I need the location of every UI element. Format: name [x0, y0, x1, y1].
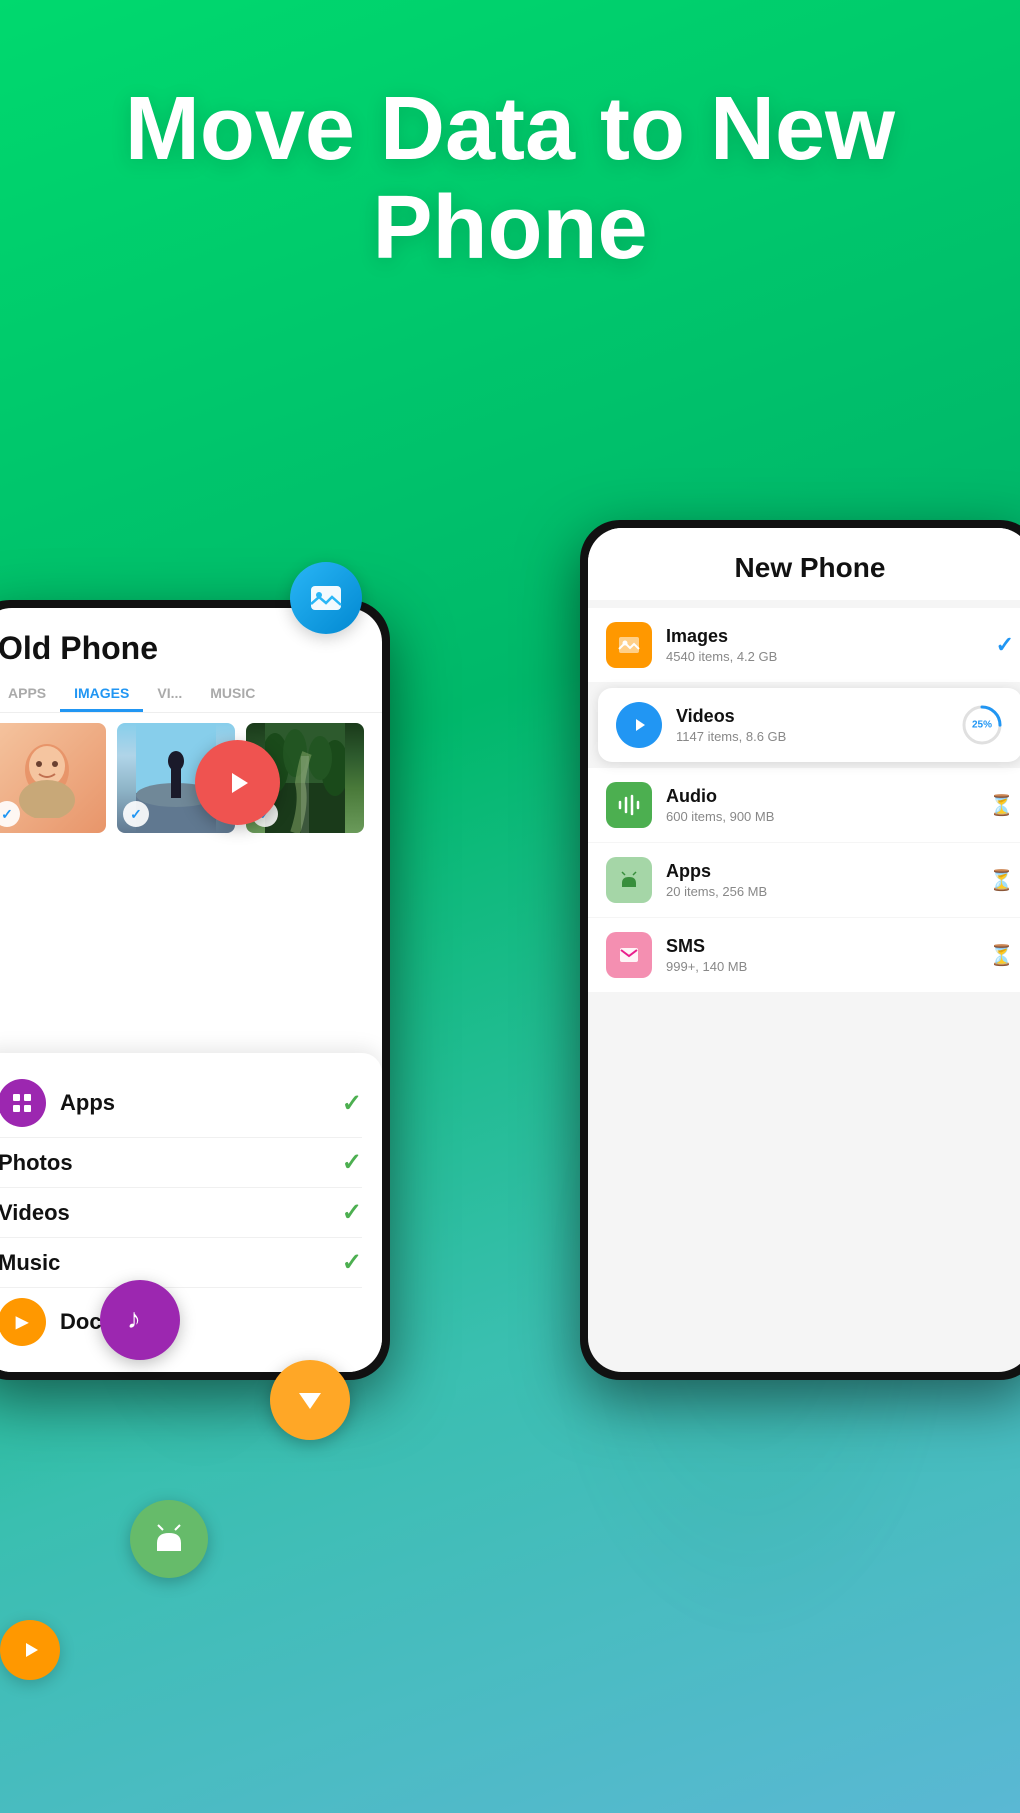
sms-icon	[606, 932, 652, 978]
music-check: ✓	[342, 1248, 362, 1277]
videos-icon	[616, 702, 662, 748]
videos-sub: 1147 items, 8.6 GB	[676, 729, 960, 744]
sms-info: SMS 999+, 140 MB	[666, 936, 989, 974]
images-sub: 4540 items, 4.2 GB	[666, 649, 996, 664]
phones-area: Old Phone APPS IMAGES VI... MUSIC	[0, 520, 1020, 1813]
image-cell-face	[0, 723, 106, 833]
list-photos-label: Photos	[0, 1150, 73, 1176]
new-list-item-sms: SMS 999+, 140 MB ⏳	[588, 918, 1020, 992]
list-item-photos: Photos ✓	[0, 1138, 362, 1188]
apps-new-name: Apps	[666, 861, 989, 882]
old-images-grid	[0, 713, 382, 833]
check-silhouette	[123, 801, 149, 827]
new-phone-screen: New Phone Images 4540 items, 4	[588, 528, 1020, 1372]
list-item-music: Music ✓	[0, 1238, 362, 1288]
list-item-videos: Videos ✓	[0, 1188, 362, 1238]
sms-sub: 999+, 140 MB	[666, 959, 989, 974]
apps-new-sub: 20 items, 256 MB	[666, 884, 989, 899]
svg-text:♪: ♪	[127, 1303, 141, 1334]
docs-icon: ▶	[0, 1298, 46, 1346]
images-info: Images 4540 items, 4.2 GB	[666, 626, 996, 664]
tab-apps[interactable]: APPS	[0, 677, 60, 712]
apps-new-info: Apps 20 items, 256 MB	[666, 861, 989, 899]
float-image-icon	[290, 562, 362, 634]
new-list-item-apps: Apps 20 items, 256 MB ⏳	[588, 843, 1020, 917]
apps-hourglass: ⏳	[989, 868, 1014, 893]
list-videos-label: Videos	[0, 1200, 70, 1226]
sms-name: SMS	[666, 936, 989, 957]
float-down-icon	[270, 1360, 350, 1440]
videos-check: ✓	[342, 1198, 362, 1227]
images-status: ✓	[996, 632, 1014, 658]
old-phone-tabs: APPS IMAGES VI... MUSIC	[0, 677, 382, 713]
new-phone-frame: New Phone Images 4540 items, 4	[580, 520, 1020, 1380]
audio-info: Audio 600 items, 900 MB	[666, 786, 989, 824]
apps-check: ✓	[342, 1089, 362, 1118]
audio-hourglass: ⏳	[989, 793, 1014, 818]
old-phone-screen: Old Phone APPS IMAGES VI... MUSIC	[0, 608, 382, 1372]
list-item-apps: Apps ✓	[0, 1069, 362, 1138]
videos-progress-label: 25%	[972, 720, 992, 731]
videos-progress: 25%	[960, 703, 1004, 747]
videos-info: Videos 1147 items, 8.6 GB	[676, 706, 960, 744]
apps-icon	[0, 1079, 46, 1127]
tab-videos[interactable]: VI...	[143, 677, 196, 712]
float-android-icon	[130, 1500, 208, 1578]
audio-name: Audio	[666, 786, 989, 807]
images-icon	[606, 622, 652, 668]
hero-title: Move Data to New Phone	[60, 80, 960, 278]
list-item-documents: ▶ Documents	[0, 1288, 362, 1356]
tab-images[interactable]: IMAGES	[60, 677, 143, 712]
audio-icon	[606, 782, 652, 828]
list-apps-label: Apps	[60, 1090, 115, 1116]
new-phone-list: Images 4540 items, 4.2 GB ✓ Videos 1147 …	[588, 600, 1020, 1001]
new-list-item-audio: Audio 600 items, 900 MB ⏳	[588, 768, 1020, 842]
audio-sub: 600 items, 900 MB	[666, 809, 989, 824]
float-orange-play	[0, 1620, 60, 1680]
sms-hourglass: ⏳	[989, 943, 1014, 968]
new-phone-title: New Phone	[588, 528, 1020, 600]
new-list-item-images: Images 4540 items, 4.2 GB ✓	[588, 608, 1020, 682]
photos-check: ✓	[342, 1148, 362, 1177]
apps-android-icon	[606, 857, 652, 903]
new-list-item-videos: Videos 1147 items, 8.6 GB 25%	[598, 688, 1020, 762]
tab-music[interactable]: MUSIC	[196, 677, 269, 712]
old-phone-frame: Old Phone APPS IMAGES VI... MUSIC	[0, 600, 390, 1380]
images-name: Images	[666, 626, 996, 647]
videos-name: Videos	[676, 706, 960, 727]
old-apps-list: Apps ✓ Photos ✓ Videos ✓ Music ✓ ▶ Doc	[0, 1053, 382, 1372]
float-play-icon	[195, 740, 280, 825]
list-music-label: Music	[0, 1250, 60, 1276]
hero-section: Move Data to New Phone	[0, 80, 1020, 278]
float-music-icon: ♪	[100, 1280, 180, 1360]
